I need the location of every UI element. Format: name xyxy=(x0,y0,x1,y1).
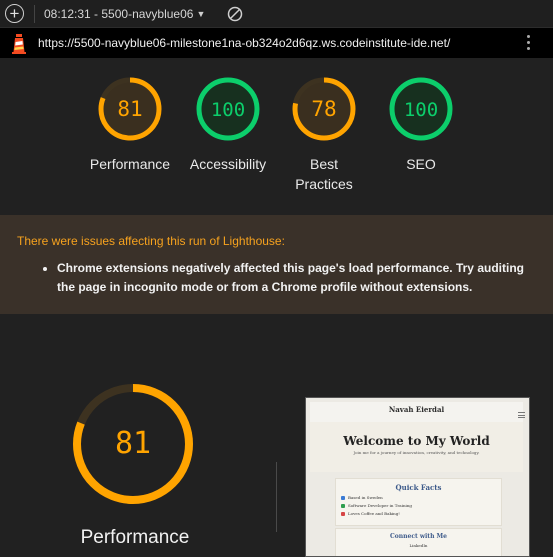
thumb-facts-card: Quick Facts Based in Sweden Software Deve… xyxy=(335,478,502,526)
gauge-performance[interactable]: 81 Performance xyxy=(80,76,180,174)
url-bar: https://5500-navyblue06-milestone1na-ob3… xyxy=(0,28,553,58)
warning-title: There were issues affecting this run of … xyxy=(17,234,285,248)
thumb-connect-title: Connect with Me xyxy=(390,533,447,540)
gauge-score: 100 xyxy=(404,99,438,121)
thumb-hero-title: Welcome to My World xyxy=(343,434,490,448)
performance-detail-gauge: 81 xyxy=(69,380,197,513)
block-icon[interactable] xyxy=(227,6,243,22)
new-report-button[interactable]: + xyxy=(5,4,24,23)
caret-down-icon: ▼ xyxy=(196,8,206,19)
plus-circle-icon: + xyxy=(9,4,20,23)
lighthouse-icon xyxy=(12,34,26,54)
thumb-connect-item: LinkedIn xyxy=(409,543,428,548)
gauge-label: SEO xyxy=(406,156,436,172)
thumb-facts-title: Quick Facts xyxy=(395,483,442,492)
hamburger-icon xyxy=(518,412,525,420)
gauge-seo[interactable]: 100 SEO xyxy=(371,76,471,174)
devtools-toolbar: + 08:12:31 - 5500-navyblue06 ▼ xyxy=(0,0,553,28)
warning-item: Chrome extensions negatively affected th… xyxy=(57,259,536,297)
thumb-hero-subtitle: Join me for a journey of innovation, cre… xyxy=(353,450,480,455)
gauge-score: 78 xyxy=(311,97,336,121)
gauge-score: 81 xyxy=(117,97,142,121)
kebab-menu-icon[interactable] xyxy=(527,35,531,53)
thumb-fact: Based in Sweden xyxy=(341,495,501,500)
performance-detail-score: 81 xyxy=(115,426,151,461)
gauge-label: Performance xyxy=(89,156,171,172)
score-gauges: 81 Performance 100 Accessibility 78 Best Pract… xyxy=(0,76,553,196)
gauge-score: 100 xyxy=(211,99,245,121)
page-url: https://5500-navyblue06-milestone1na-ob3… xyxy=(38,36,451,50)
gauge-label: Best Practices xyxy=(295,156,353,192)
gauge-label: Accessibility xyxy=(189,156,267,172)
warning-panel: There were issues affecting this run of … xyxy=(0,215,553,314)
thumb-site-name: Navah Eierdal xyxy=(310,402,523,422)
performance-detail-label: Performance xyxy=(80,527,190,548)
fact-icon xyxy=(341,503,345,508)
warning-list: Chrome extensions negatively affected th… xyxy=(17,259,536,297)
gauge-accessibility[interactable]: 100 Accessibility xyxy=(178,76,278,174)
toolbar-divider xyxy=(34,4,35,23)
thumb-fact: Loves Coffee and Baking! xyxy=(341,511,501,516)
report-selector[interactable]: 08:12:31 - 5500-navyblue06 ▼ xyxy=(44,7,205,21)
thumb-hero: Welcome to My World Join me for a journe… xyxy=(310,422,523,472)
thumb-connect-card: Connect with Me LinkedIn xyxy=(335,528,502,556)
report-selector-label: 08:12:31 - 5500-navyblue06 xyxy=(44,6,194,21)
fact-icon xyxy=(341,511,345,516)
page-screenshot-thumbnail[interactable]: Navah Eierdal Welcome to My World Join m… xyxy=(305,397,530,557)
fact-icon xyxy=(341,495,345,500)
divider xyxy=(276,462,277,532)
thumb-fact: Software Developer in Training xyxy=(341,503,501,508)
gauge-best-practices[interactable]: 78 Best Practices xyxy=(274,76,374,194)
